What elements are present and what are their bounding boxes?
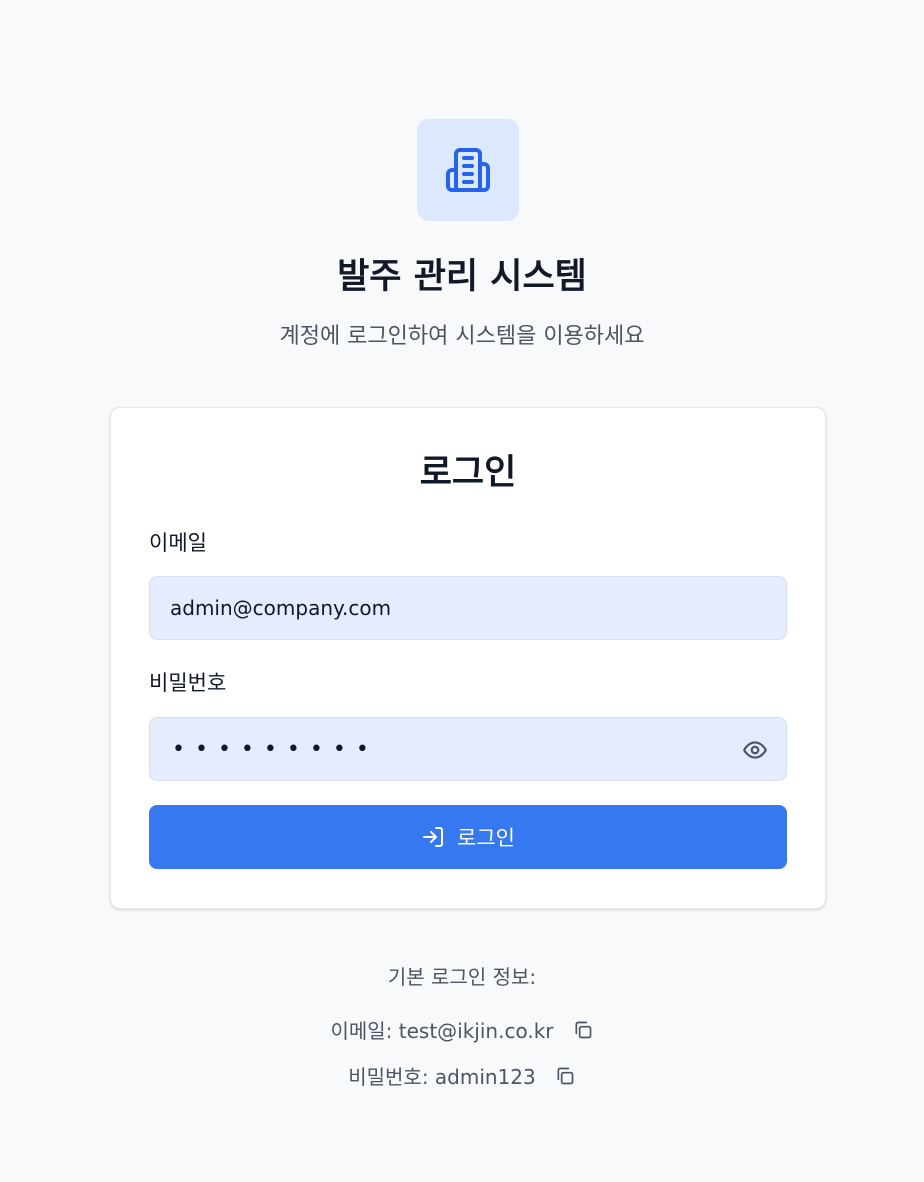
default-password-text: 비밀번호: admin123 — [348, 1065, 536, 1089]
copy-icon — [557, 1067, 574, 1084]
password-label: 비밀번호 — [149, 671, 227, 695]
password-value: ••••••••• — [172, 736, 379, 762]
logo — [417, 119, 519, 221]
default-credentials-title: 기본 로그인 정보: — [387, 965, 537, 989]
copy-email-button[interactable] — [572, 1019, 594, 1041]
default-email-row: 이메일: test@ikjin.co.kr — [0, 1015, 924, 1044]
copy-icon — [575, 1021, 591, 1038]
email-field[interactable]: admin@company.com — [149, 576, 787, 640]
default-email-text: 이메일: test@ikjin.co.kr — [330, 1019, 554, 1043]
email-value: admin@company.com — [170, 596, 392, 620]
log-in-icon — [423, 827, 444, 847]
login-page: 발주 관리 시스템 계정에 로그인하여 시스템을 이용하세요 로그인 이메일 a… — [0, 0, 924, 1182]
default-password-row: 비밀번호: admin123 — [0, 1061, 924, 1090]
login-card: 로그인 이메일 admin@company.com 비밀번호 •••••••••… — [110, 407, 826, 909]
email-label: 이메일 — [149, 531, 207, 555]
building-icon — [446, 148, 490, 192]
app-title: 발주 관리 시스템 — [337, 257, 587, 297]
eye-icon — [743, 741, 767, 759]
login-button[interactable]: 로그인 — [149, 805, 787, 869]
show-password-toggle[interactable] — [742, 738, 768, 762]
app-subtitle: 계정에 로그인하여 시스템을 이용하세요 — [279, 324, 645, 349]
password-field[interactable]: ••••••••• — [149, 717, 787, 781]
login-button-label: 로그인 — [457, 826, 515, 850]
login-card-title: 로그인 — [419, 453, 517, 493]
copy-password-button[interactable] — [554, 1065, 576, 1087]
